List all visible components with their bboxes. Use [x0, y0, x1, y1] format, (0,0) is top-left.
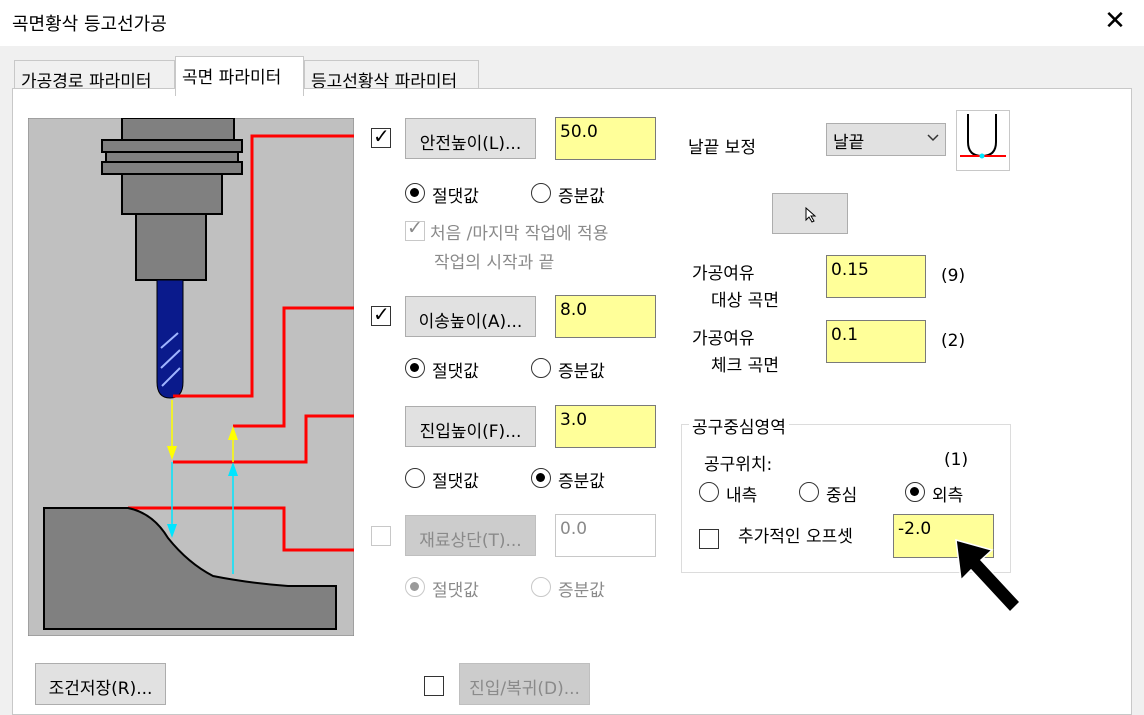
feed-plane-incremental-label: 증분값	[558, 472, 605, 492]
cursor-arrow-icon	[805, 207, 817, 223]
drive-stock-label: 가공여유	[692, 264, 755, 284]
inside-radio[interactable]	[699, 482, 719, 502]
check-icon: ✓	[373, 302, 390, 326]
tab-surface-parameters[interactable]: 곡면 파라미터	[175, 56, 304, 96]
clearance-button[interactable]: 안전높이(L)...	[405, 118, 536, 159]
center-label: 중심	[826, 486, 858, 506]
save-parameters-button[interactable]: 조건저장(R)...	[35, 663, 166, 705]
check-stock-field[interactable]: 0.1	[826, 320, 926, 363]
top-of-stock-value-field[interactable]: 0.0	[555, 514, 656, 557]
heights-illustration	[28, 118, 354, 636]
clearance-incremental-label: 증분값	[558, 187, 605, 207]
first-last-label: 처음 /마지막 작업에 적용	[430, 224, 609, 244]
retract-absolute-radio[interactable]	[405, 358, 425, 378]
first-last-sub-label: 작업의 시작과 끝	[434, 253, 555, 273]
retract-incremental-radio[interactable]	[531, 358, 551, 378]
inside-label: 내측	[726, 486, 758, 506]
drive-surfaces-label: 대상 곡면	[711, 291, 779, 311]
top-of-stock-incremental-radio[interactable]	[531, 577, 551, 597]
retract-incremental-label: 증분값	[558, 362, 605, 382]
outside-label: 외측	[932, 486, 964, 506]
tip-comp-select[interactable]: 날끝	[826, 123, 946, 156]
feed-plane-absolute-label: 절댓값	[432, 472, 479, 492]
top-of-stock-checkbox[interactable]	[371, 526, 391, 546]
tip-comp-value: 날끝	[833, 133, 865, 153]
additional-offset-label: 추가적인 오프셋	[738, 527, 853, 547]
retract-value-field[interactable]: 8.0	[555, 295, 656, 338]
drive-stock-field[interactable]: 0.15	[826, 255, 926, 298]
feed-plane-absolute-radio[interactable]	[405, 468, 425, 488]
drive-surface-count: (9)	[941, 266, 966, 286]
window-title: 곡면황삭 등고선가공	[12, 14, 167, 35]
additional-offset-checkbox[interactable]	[699, 529, 719, 549]
clearance-incremental-radio[interactable]	[531, 183, 551, 203]
tool-containment-title: 공구중심영역	[689, 413, 789, 438]
retract-absolute-label: 절댓값	[432, 362, 479, 382]
ball-tip-icon	[956, 110, 1010, 171]
chevron-down-icon	[927, 134, 939, 142]
entry-exit-checkbox[interactable]	[424, 676, 444, 696]
feed-plane-value-field[interactable]: 3.0	[555, 405, 656, 448]
retract-button[interactable]: 이송높이(A)...	[405, 296, 536, 337]
title-bar	[0, 0, 1144, 46]
close-icon[interactable]: ✕	[1100, 6, 1130, 36]
tool-position-label: 공구위치:	[704, 455, 773, 475]
check-icon: ✓	[373, 124, 390, 148]
top-of-stock-absolute-radio[interactable]	[405, 577, 425, 597]
outside-radio[interactable]	[905, 482, 925, 502]
select-surfaces-button[interactable]	[772, 193, 848, 234]
check-stock-label: 가공여유	[692, 329, 755, 349]
clearance-absolute-radio[interactable]	[405, 183, 425, 203]
check-surfaces-label: 체크 곡면	[711, 356, 779, 376]
feed-plane-button[interactable]: 진입높이(F)...	[405, 406, 536, 447]
top-of-stock-absolute-label: 절댓값	[432, 581, 479, 601]
check-surface-count: (2)	[941, 331, 966, 351]
entry-exit-button[interactable]: 진입/복귀(D)...	[459, 663, 590, 705]
tab-label: 곡면 파라미터	[182, 68, 282, 88]
top-of-stock-button[interactable]: 재료상단(T)...	[405, 515, 536, 556]
tip-comp-label: 날끝 보정	[688, 138, 756, 158]
clearance-absolute-label: 절댓값	[432, 187, 479, 207]
top-of-stock-incremental-label: 증분값	[558, 581, 605, 601]
feed-plane-incremental-radio[interactable]	[531, 468, 551, 488]
callout-arrow-icon	[955, 538, 1022, 614]
clearance-value-field[interactable]: 50.0	[555, 117, 656, 160]
tool-position-count: (1)	[944, 450, 969, 470]
center-radio[interactable]	[799, 482, 819, 502]
check-icon: ✓	[407, 217, 423, 239]
